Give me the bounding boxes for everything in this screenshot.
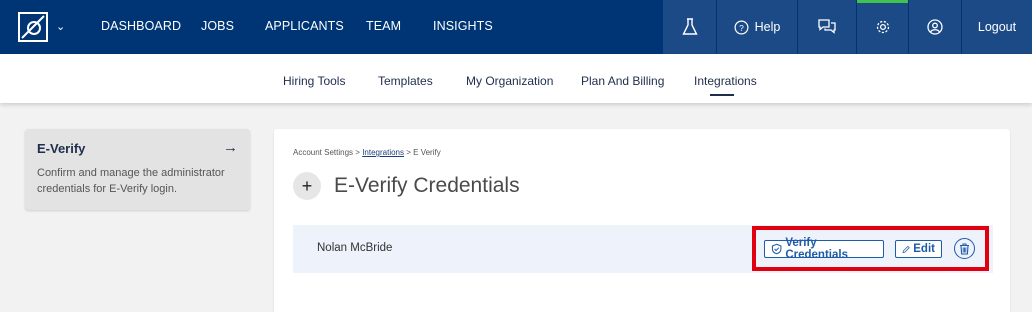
breadcrumb-separator: > [355, 148, 360, 157]
verify-credentials-label: Verify Credentials [785, 237, 848, 261]
subnav-hiring-tools[interactable]: Hiring Tools [283, 74, 345, 88]
nav-team[interactable]: TEAM [366, 19, 401, 33]
nav-applicants[interactable]: APPLICANTS [265, 19, 344, 33]
subnav-my-organization[interactable]: My Organization [466, 74, 553, 88]
edit-label: Edit [913, 243, 935, 255]
delete-button[interactable] [954, 238, 975, 259]
everify-card[interactable]: E-Verify → Confirm and manage the admini… [25, 129, 250, 210]
help-button[interactable]: ? Help [717, 0, 797, 54]
subnav-integrations[interactable]: Integrations [694, 74, 757, 88]
breadcrumb-root[interactable]: Account Settings [293, 148, 353, 157]
breadcrumb-integrations-link[interactable]: Integrations [362, 148, 404, 157]
flask-icon [681, 18, 698, 35]
chat-icon [818, 19, 836, 34]
settings-subnav: Hiring Tools Templates My Organization P… [0, 54, 1032, 103]
breadcrumb-separator: > [406, 148, 411, 157]
nav-dashboard[interactable]: DASHBOARD [101, 19, 181, 33]
add-credential-button[interactable]: + [293, 172, 321, 200]
subnav-templates[interactable]: Templates [378, 74, 433, 88]
settings-button[interactable] [857, 0, 908, 54]
help-label: Help [754, 20, 781, 34]
plus-icon: + [301, 175, 313, 196]
logout-button[interactable]: Logout [962, 0, 1032, 54]
breadcrumb: Account Settings > Integrations > E Veri… [293, 148, 441, 157]
logout-label: Logout [977, 20, 1017, 34]
user-icon [927, 19, 943, 35]
messages-button[interactable] [798, 0, 856, 54]
page-title: E-Verify Credentials [334, 174, 520, 197]
active-tab-underline [710, 94, 734, 96]
flask-button[interactable] [663, 0, 716, 54]
breadcrumb-current: E Verify [413, 148, 441, 157]
edit-button[interactable]: Edit [895, 240, 942, 258]
subnav-plan-and-billing[interactable]: Plan And Billing [581, 74, 664, 88]
main-panel: Account Settings > Integrations > E Veri… [274, 129, 1010, 312]
credential-name: Nolan McBride [317, 242, 393, 254]
svg-text:?: ? [739, 22, 744, 32]
help-icon: ? [734, 20, 749, 34]
verify-credentials-button[interactable]: Verify Credentials [764, 237, 884, 261]
active-indicator [857, 0, 908, 3]
arrow-right-icon[interactable]: → [223, 139, 238, 156]
top-navbar: ⌄ DASHBOARD JOBS APPLICANTS TEAM INSIGHT… [0, 0, 1032, 54]
gear-icon [876, 20, 889, 34]
profile-button[interactable] [909, 0, 961, 54]
card-description: Confirm and manage the administrator cre… [37, 167, 225, 195]
pencil-icon [902, 245, 910, 253]
nav-insights[interactable]: INSIGHTS [433, 19, 493, 33]
chevron-down-icon[interactable]: ⌄ [56, 20, 65, 33]
nav-jobs[interactable]: JOBS [201, 19, 234, 33]
shield-check-icon [771, 243, 782, 255]
logo-icon[interactable] [18, 12, 48, 42]
card-title: E-Verify [37, 141, 86, 156]
trash-icon [960, 242, 969, 255]
